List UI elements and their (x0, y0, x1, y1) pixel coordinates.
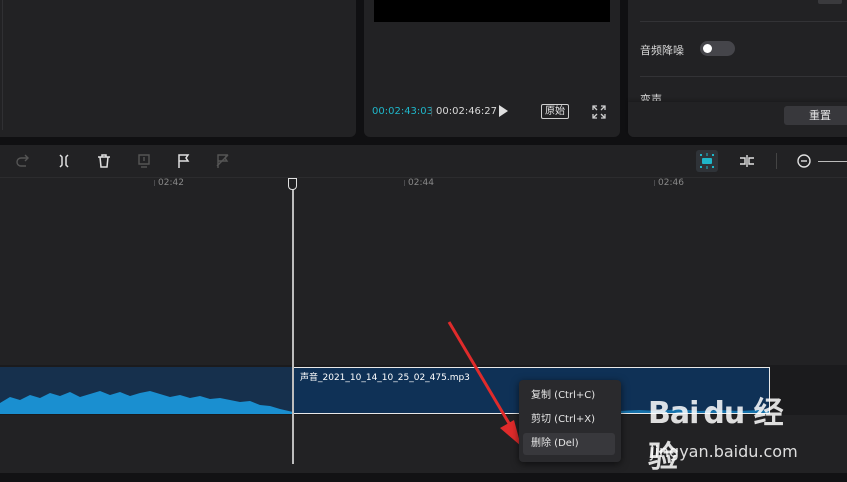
reset-button[interactable]: 重置 (784, 106, 847, 125)
divider (640, 76, 847, 77)
flag-disabled-icon (214, 152, 232, 170)
aspect-ratio-button[interactable]: 原始 (541, 104, 569, 119)
menu-item-cut[interactable]: 剪切 (Ctrl+X) (523, 409, 615, 431)
zoom-slider[interactable] (818, 161, 847, 162)
ruler-label: 02:44 (408, 178, 434, 188)
properties-panel: 音频降噪 变声 重置 (628, 0, 847, 137)
bottom-bar (0, 473, 847, 482)
zoom-out-icon[interactable] (795, 152, 813, 170)
delete-icon[interactable] (95, 152, 113, 170)
flag-icon[interactable] (175, 152, 193, 170)
panel-divider (2, 0, 3, 130)
noise-reduction-label: 音频降噪 (640, 44, 684, 57)
ruler-label: 02:42 (158, 178, 184, 188)
clip-waveform (609, 409, 769, 413)
video-preview[interactable] (374, 0, 610, 22)
time-separator: | (430, 106, 434, 117)
link-icon[interactable] (738, 152, 756, 170)
freeze-frame-icon[interactable] (135, 152, 153, 170)
ruler-tick (654, 180, 655, 186)
fullscreen-icon[interactable] (592, 104, 606, 119)
ruler-label: 02:46 (658, 178, 684, 188)
media-panel (0, 0, 356, 137)
player-panel: 00:02:43:03 | 00:02:46:27 原始 (364, 0, 620, 137)
play-icon[interactable] (499, 105, 508, 117)
noise-reduction-toggle[interactable] (700, 41, 735, 56)
current-time: 00:02:43:03 (372, 106, 434, 117)
playhead[interactable] (292, 181, 294, 464)
scroll-thumb[interactable] (818, 0, 842, 4)
divider (640, 21, 847, 22)
voice-change-label: 变声 (640, 93, 662, 101)
auto-snap-icon[interactable] (696, 150, 718, 172)
ruler-tick (404, 180, 405, 186)
context-menu: 复制 (Ctrl+C) 剪切 (Ctrl+X) 删除 (Del) (519, 380, 621, 462)
toolbar-separator (776, 153, 777, 169)
properties-footer: 重置 (628, 102, 847, 137)
ruler-tick (154, 180, 155, 186)
audio-waveform[interactable] (0, 367, 293, 414)
menu-item-delete[interactable]: 删除 (Del) (523, 433, 615, 455)
split-icon[interactable] (55, 152, 73, 170)
playhead-handle[interactable] (288, 178, 297, 190)
menu-item-copy[interactable]: 复制 (Ctrl+C) (523, 385, 615, 407)
timeline-toolbar (0, 145, 847, 177)
timeline: 02:42 02:44 02:46 声音_2021_10_14_10_25_02… (0, 145, 847, 482)
clip-name: 声音_2021_10_14_10_25_02_475.mp3 (300, 373, 470, 383)
redo-icon[interactable] (14, 152, 32, 170)
total-time: 00:02:46:27 (436, 106, 498, 117)
time-ruler[interactable]: 02:42 02:44 02:46 (0, 177, 847, 192)
